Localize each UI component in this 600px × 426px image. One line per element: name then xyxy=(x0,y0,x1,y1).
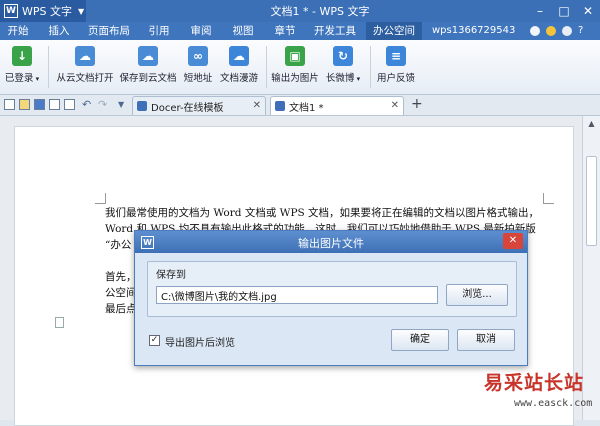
undo-icon[interactable]: ↶ xyxy=(82,98,91,111)
weibo-icon: ↻ xyxy=(333,46,353,66)
tab-document1[interactable]: 文档1 * ✕ xyxy=(270,96,404,115)
menu-references[interactable]: 引用 xyxy=(144,22,174,40)
ok-button[interactable]: 确定 xyxy=(391,329,449,351)
save-to-label: 保存到 xyxy=(156,270,186,281)
menu-home[interactable]: 开始 xyxy=(4,22,32,40)
feedback-icon: ≡ xyxy=(386,46,406,66)
crop-mark xyxy=(95,193,106,204)
preview-after-export-label: 导出图片后浏览 xyxy=(165,338,235,349)
maximize-button[interactable]: □ xyxy=(552,0,576,22)
watermark-url: www.easck.com xyxy=(514,398,593,409)
menu-page-layout[interactable]: 页面布局 xyxy=(86,22,132,40)
browse-button[interactable]: 浏览... xyxy=(446,284,508,306)
paragraph-line: 我们最常使用的文档为 Word 文档或 WPS 文档，如果要将正在编辑的文档以图… xyxy=(105,207,540,219)
tab-docer-templates[interactable]: Docer-在线模板 ✕ xyxy=(132,96,266,115)
save-to-cloud-button[interactable]: ☁ 保存到云文档 xyxy=(118,44,178,90)
caret-down-icon: ▾ xyxy=(354,75,361,83)
save-to-group: 保存到 浏览... xyxy=(147,261,517,317)
tab-label: 文档1 * xyxy=(289,102,324,114)
logged-in-label: 已登录 xyxy=(4,73,34,84)
ribbon-separator xyxy=(370,46,371,88)
user-feedback-label: 用户反馈 xyxy=(376,73,415,84)
window-title: 文档1 * - WPS 文字 xyxy=(270,5,370,18)
settings-icon[interactable] xyxy=(530,26,540,36)
caret-down-icon: ▾ xyxy=(33,75,40,83)
docer-icon xyxy=(137,101,147,111)
quick-access-dropdown-icon[interactable]: ▼ xyxy=(118,100,124,109)
app-menu-button[interactable]: W WPS 文字 ▼ xyxy=(0,0,86,22)
print-icon[interactable] xyxy=(49,99,60,110)
scroll-up-icon[interactable]: ▲ xyxy=(585,118,598,130)
scroll-thumb[interactable] xyxy=(586,156,597,246)
menu-review[interactable]: 审阅 xyxy=(186,22,216,40)
app-name: WPS 文字 xyxy=(22,5,72,18)
ribbon: ↓ 已登录 ▾ ☁ 从云文档打开 ☁ 保存到云文档 ∞ 短地址 ☁ 文档漫游 ▣… xyxy=(0,40,600,95)
save-icon[interactable] xyxy=(34,99,45,110)
crop-mark xyxy=(543,193,554,204)
cloud-roam-icon: ☁ xyxy=(229,46,249,66)
skin-icon[interactable] xyxy=(546,26,556,36)
dialog-title-bar[interactable]: W 输出图片文件 xyxy=(135,231,527,253)
doc-roaming-button[interactable]: ☁ 文档漫游 xyxy=(218,44,260,90)
dialog-close-button[interactable]: ✕ xyxy=(503,233,523,249)
account-name[interactable]: wps1366729543 xyxy=(432,22,515,40)
link-icon: ∞ xyxy=(188,46,208,66)
preview-after-export-checkbox[interactable]: ✓ xyxy=(149,335,160,346)
logged-in-button[interactable]: ↓ 已登录 ▾ xyxy=(2,44,42,90)
close-tab-icon[interactable]: ✕ xyxy=(253,100,261,111)
short-url-button[interactable]: ∞ 短地址 xyxy=(180,44,216,90)
minimize-button[interactable]: – xyxy=(528,0,552,22)
watermark: 易采站长站 www.easck.com xyxy=(480,366,600,420)
export-image-label: 输出为图片 xyxy=(271,73,319,84)
menu-office-space[interactable]: 办公空间 xyxy=(366,22,422,40)
wps-logo-icon: W xyxy=(4,4,18,18)
ribbon-separator xyxy=(266,46,267,88)
dialog-title: 输出图片文件 xyxy=(298,237,364,250)
save-path-input[interactable] xyxy=(156,286,438,304)
save-to-cloud-label: 保存到云文档 xyxy=(119,73,177,84)
cancel-button[interactable]: 取消 xyxy=(457,329,515,351)
mail-icon[interactable] xyxy=(562,26,572,36)
long-weibo-label: 长微博 xyxy=(325,73,355,84)
user-feedback-button[interactable]: ≡ 用户反馈 xyxy=(374,44,418,90)
wps-doc-icon xyxy=(275,101,285,111)
document-tab-bar: ↶ ↷ ▼ Docer-在线模板 ✕ 文档1 * ✕ + xyxy=(0,95,600,116)
caret-down-icon: ▼ xyxy=(78,6,85,16)
watermark-cn: 易采站长站 xyxy=(484,372,585,394)
print-preview-icon[interactable] xyxy=(64,99,75,110)
open-folder-icon[interactable] xyxy=(19,99,30,110)
close-window-button[interactable]: ✕ xyxy=(576,0,600,22)
cloud-save-icon: ☁ xyxy=(138,46,158,66)
ribbon-separator xyxy=(48,46,49,88)
export-image-button[interactable]: ▣ 输出为图片 xyxy=(270,44,320,90)
menu-developer[interactable]: 开发工具 xyxy=(310,22,360,40)
doc-roaming-label: 文档漫游 xyxy=(219,73,258,84)
export-image-dialog: W 输出图片文件 ✕ 保存到 浏览... ✓ 导出图片后浏览 确定 取消 xyxy=(134,230,528,366)
redo-icon[interactable]: ↷ xyxy=(98,98,107,111)
paragraph-marker-icon[interactable] xyxy=(55,317,64,328)
long-weibo-button[interactable]: ↻ 长微博 ▾ xyxy=(322,44,364,90)
close-tab-icon[interactable]: ✕ xyxy=(391,100,399,111)
open-from-cloud-button[interactable]: ☁ 从云文档打开 xyxy=(54,44,116,90)
title-bar: W WPS 文字 ▼ 文档1 * - WPS 文字 – □ ✕ xyxy=(0,0,600,22)
cloud-open-icon: ☁ xyxy=(75,46,95,66)
short-url-label: 短地址 xyxy=(183,73,213,84)
new-doc-icon[interactable] xyxy=(4,99,15,110)
open-from-cloud-label: 从云文档打开 xyxy=(56,73,114,84)
help-icon[interactable]: ? xyxy=(578,25,583,36)
export-image-icon: ▣ xyxy=(285,46,305,66)
menu-view[interactable]: 视图 xyxy=(228,22,258,40)
tab-label: Docer-在线模板 xyxy=(151,102,224,114)
menu-insert[interactable]: 插入 xyxy=(44,22,74,40)
cloud-login-icon: ↓ xyxy=(12,46,32,66)
new-tab-button[interactable]: + xyxy=(411,96,423,112)
menu-section[interactable]: 章节 xyxy=(270,22,300,40)
